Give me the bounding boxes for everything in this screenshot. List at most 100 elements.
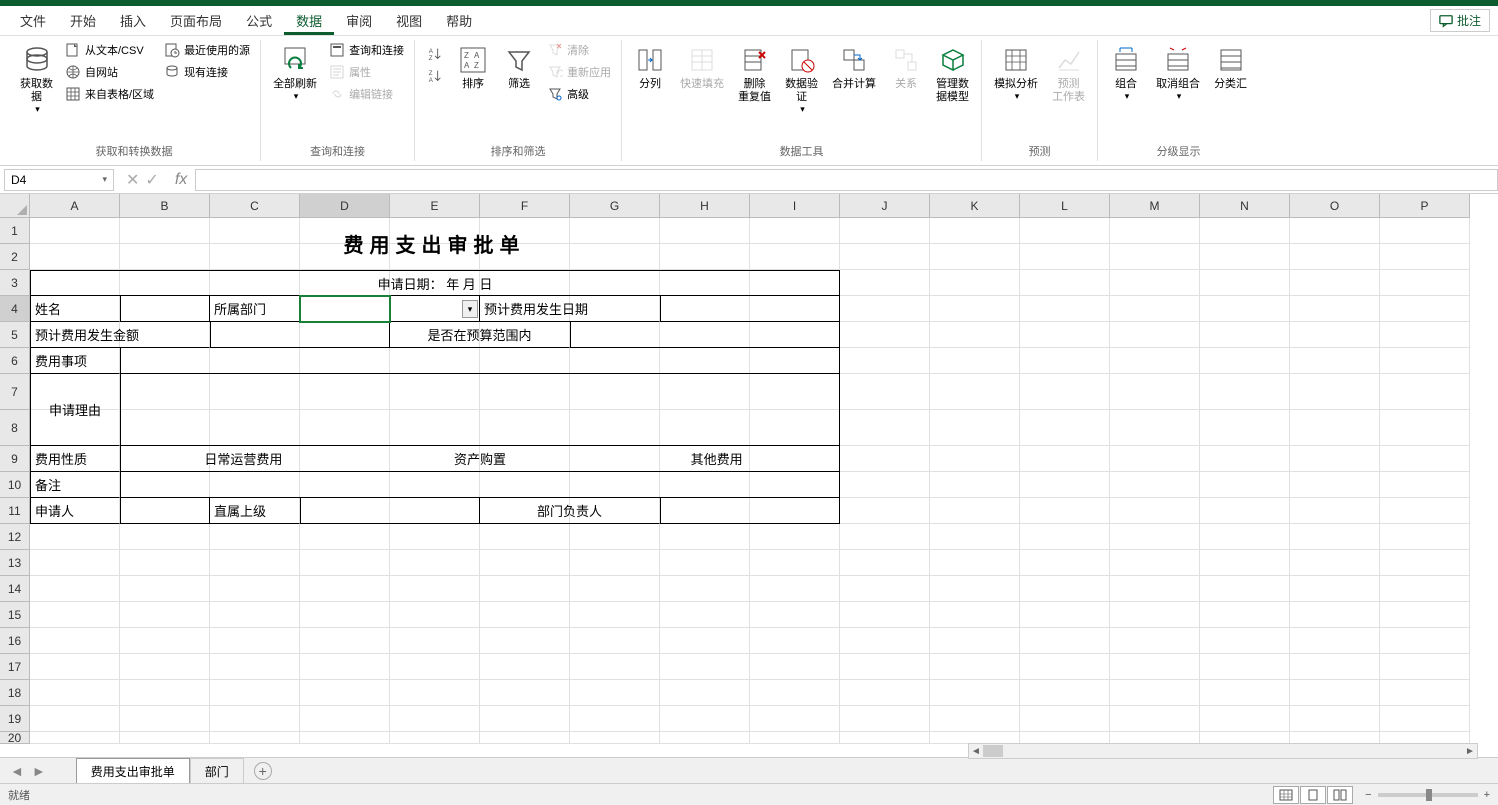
cell-B18[interactable] [120, 680, 210, 706]
cell-A17[interactable] [30, 654, 120, 680]
cell-G17[interactable] [570, 654, 660, 680]
cell-P10[interactable] [1380, 472, 1470, 498]
cell-P2[interactable] [1380, 244, 1470, 270]
row-header-13[interactable]: 13 [0, 550, 30, 576]
refresh-all-button[interactable]: 全部刷新 ▾ [267, 40, 323, 106]
cell-L10[interactable] [1020, 472, 1110, 498]
menu-help[interactable]: 帮助 [434, 7, 484, 34]
cell-M14[interactable] [1110, 576, 1200, 602]
cell-C20[interactable] [210, 732, 300, 744]
cell-P16[interactable] [1380, 628, 1470, 654]
cell-J9[interactable] [840, 446, 930, 472]
cell-N17[interactable] [1200, 654, 1290, 680]
label-remark[interactable]: 备注 [30, 472, 120, 498]
col-header-F[interactable]: F [480, 194, 570, 218]
cell-K17[interactable] [930, 654, 1020, 680]
cell-M9[interactable] [1110, 446, 1200, 472]
advanced-filter-button[interactable]: 高级 [543, 84, 615, 104]
cell-A12[interactable] [30, 524, 120, 550]
filter-button[interactable]: 筛选 [497, 40, 541, 95]
cell-N3[interactable] [1200, 270, 1290, 296]
cell-M2[interactable] [1110, 244, 1200, 270]
menu-data[interactable]: 数据 [284, 7, 334, 35]
input-remark[interactable] [120, 472, 840, 498]
cell-K10[interactable] [930, 472, 1020, 498]
cell-E16[interactable] [390, 628, 480, 654]
cell-N4[interactable] [1200, 296, 1290, 322]
cell-K7[interactable] [930, 374, 1020, 410]
cell-L4[interactable] [1020, 296, 1110, 322]
cell-D16[interactable] [300, 628, 390, 654]
scroll-right-icon[interactable]: ► [1463, 744, 1477, 758]
input-reason[interactable] [120, 374, 840, 446]
cell-P17[interactable] [1380, 654, 1470, 680]
cell-L12[interactable] [1020, 524, 1110, 550]
cell-M15[interactable] [1110, 602, 1200, 628]
cell-K18[interactable] [930, 680, 1020, 706]
col-header-D[interactable]: D [300, 194, 390, 218]
cell-O7[interactable] [1290, 374, 1380, 410]
cell-D15[interactable] [300, 602, 390, 628]
cell-I15[interactable] [750, 602, 840, 628]
view-page-button[interactable] [1300, 786, 1326, 804]
cell-E18[interactable] [390, 680, 480, 706]
cell-E20[interactable] [390, 732, 480, 744]
cell-D13[interactable] [300, 550, 390, 576]
cell-A14[interactable] [30, 576, 120, 602]
existing-conn-button[interactable]: 现有连接 [160, 62, 254, 82]
spreadsheet-grid[interactable]: ABCDEFGHIJKLMNOP 12345678910111213141516… [0, 194, 1498, 746]
row-header-20[interactable]: 20 [0, 732, 30, 744]
cell-N10[interactable] [1200, 472, 1290, 498]
cell-E12[interactable] [390, 524, 480, 550]
label-manager[interactable]: 部门负责人 [480, 498, 660, 524]
cell-M19[interactable] [1110, 706, 1200, 732]
cell-K11[interactable] [930, 498, 1020, 524]
row-header-5[interactable]: 5 [0, 322, 30, 348]
horizontal-scrollbar[interactable]: ◄ ► [968, 743, 1478, 759]
cell-N16[interactable] [1200, 628, 1290, 654]
cell-B12[interactable] [120, 524, 210, 550]
cell-K4[interactable] [930, 296, 1020, 322]
cell-C16[interactable] [210, 628, 300, 654]
cell-F12[interactable] [480, 524, 570, 550]
queries-conn-button[interactable]: 查询和连接 [325, 40, 408, 60]
fx-icon[interactable]: fx [167, 171, 195, 189]
cell-O5[interactable] [1290, 322, 1380, 348]
cell-H17[interactable] [660, 654, 750, 680]
sheet-tab-0[interactable]: 费用支出审批单 [76, 758, 190, 784]
tab-prev-button[interactable]: ◄ [10, 763, 24, 779]
cell-K16[interactable] [930, 628, 1020, 654]
cell-H20[interactable] [660, 732, 750, 744]
cell-F20[interactable] [480, 732, 570, 744]
col-header-G[interactable]: G [570, 194, 660, 218]
label-exp-date[interactable]: 预计费用发生日期 [480, 296, 660, 322]
cell-M11[interactable] [1110, 498, 1200, 524]
cell-M5[interactable] [1110, 322, 1200, 348]
sort-desc-button[interactable]: ZA [423, 66, 447, 86]
col-header-L[interactable]: L [1020, 194, 1110, 218]
formula-input[interactable] [195, 169, 1498, 191]
cell-A20[interactable] [30, 732, 120, 744]
cell-K14[interactable] [930, 576, 1020, 602]
cell-M8[interactable] [1110, 410, 1200, 446]
col-header-H[interactable]: H [660, 194, 750, 218]
cell-L5[interactable] [1020, 322, 1110, 348]
view-normal-button[interactable] [1273, 786, 1299, 804]
sort-asc-button[interactable]: AZ [423, 44, 447, 64]
row-header-7[interactable]: 7 [0, 374, 30, 410]
label-budget[interactable]: 是否在预算范围内 [390, 322, 570, 348]
cell-C19[interactable] [210, 706, 300, 732]
label-applicant[interactable]: 申请人 [30, 498, 120, 524]
cell-L6[interactable] [1020, 348, 1110, 374]
text-to-columns-button[interactable]: 分列 [628, 40, 672, 95]
cell-M10[interactable] [1110, 472, 1200, 498]
nature-row[interactable]: 日常运营费用资产购置其他费用 [120, 446, 840, 472]
cell-N12[interactable] [1200, 524, 1290, 550]
cell-B13[interactable] [120, 550, 210, 576]
cell-J13[interactable] [840, 550, 930, 576]
scroll-left-icon[interactable]: ◄ [969, 744, 983, 758]
cell-K1[interactable] [930, 218, 1020, 244]
cell-B15[interactable] [120, 602, 210, 628]
cell-L18[interactable] [1020, 680, 1110, 706]
row-header-17[interactable]: 17 [0, 654, 30, 680]
